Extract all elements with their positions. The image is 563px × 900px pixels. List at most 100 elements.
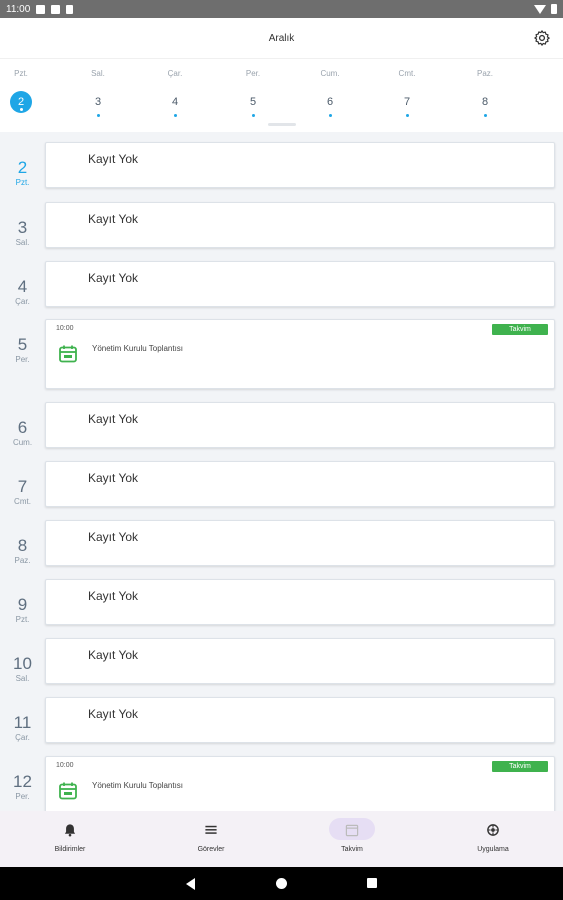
empty-state-text: Kayıt Yok xyxy=(88,648,139,662)
agenda-day-label: 12 Per. xyxy=(0,772,45,802)
week-day-6[interactable]: Cmt. 7 xyxy=(377,69,437,117)
back-icon[interactable] xyxy=(186,878,195,890)
agenda-day-name: Sal. xyxy=(15,674,30,683)
week-day-name: Sal. xyxy=(91,69,105,78)
week-day-name: Cum. xyxy=(320,69,340,78)
agenda-day-row: 12 Per. 10:00 Takvim Yönetim Kurulu Toplantı… xyxy=(0,756,563,811)
nav-bildirimler[interactable]: Bildirimler xyxy=(0,811,140,867)
week-day-number: 8 xyxy=(481,96,489,108)
agenda-day-label: 10 Sal. xyxy=(0,654,45,684)
gear-icon[interactable] xyxy=(533,29,551,47)
agenda-day-name: Sal. xyxy=(15,238,30,247)
event-source-badge: Takvim xyxy=(492,324,548,335)
empty-day-card[interactable]: Kayıt Yok xyxy=(45,697,555,743)
agenda-day-label: 11 Çar. xyxy=(0,713,45,743)
recent-apps-icon[interactable] xyxy=(367,878,377,888)
agenda-day-name: Cmt. xyxy=(14,497,31,506)
week-day-number: 7 xyxy=(403,96,411,108)
empty-day-card[interactable]: Kayıt Yok xyxy=(45,261,555,307)
event-card[interactable]: 10:00 Takvim Yönetim Kurulu Toplantısı xyxy=(45,319,555,389)
agenda-day-number: 8 xyxy=(17,536,28,555)
event-card[interactable]: 10:00 Takvim Yönetim Kurulu Toplantısı xyxy=(45,756,555,811)
agenda-day-name: Pzt. xyxy=(15,178,30,187)
week-day-4[interactable]: Per. 5 xyxy=(223,69,283,117)
agenda-day-name: Per. xyxy=(15,355,30,364)
week-strip: Pzt. 2 Sal. 3 Çar. 4 Per. 5 Cum. 6 Cmt. 7 Paz. 8 xyxy=(0,58,563,132)
event-dot xyxy=(173,114,177,117)
agenda-day-number: 3 xyxy=(17,218,28,237)
week-day-7[interactable]: Paz. 8 xyxy=(455,69,515,117)
week-day-name: Cmt. xyxy=(398,69,416,78)
agenda-day-row: 9 Pzt. Kayıt Yok xyxy=(0,579,563,629)
agenda-day-number: 10 xyxy=(13,654,32,673)
agenda-day-label: 5 Per. xyxy=(0,335,45,365)
empty-state-text: Kayıt Yok xyxy=(88,707,139,721)
week-day-number: 5 xyxy=(249,96,257,108)
nav-label: Uygulama xyxy=(477,846,509,853)
week-day-name: Paz. xyxy=(476,69,493,78)
sd-card-icon xyxy=(51,4,61,14)
week-day-3[interactable]: Çar. 4 xyxy=(145,69,205,117)
drag-handle[interactable] xyxy=(268,123,296,126)
status-bar: 11:00 xyxy=(0,0,563,18)
event-dot xyxy=(328,114,332,117)
agenda-day-number: 2 xyxy=(17,158,28,177)
empty-day-card[interactable]: Kayıt Yok xyxy=(45,638,555,684)
event-title[interactable]: Yönetim Kurulu Toplantısı xyxy=(92,344,183,353)
empty-day-card[interactable]: Kayıt Yok xyxy=(45,142,555,188)
calendar-event-icon xyxy=(59,345,77,363)
system-navigation-bar xyxy=(0,867,563,900)
agenda-day-row: 6 Cum. Kayıt Yok xyxy=(0,402,563,452)
event-time: 10:00 xyxy=(56,325,74,332)
agenda-day-label: 2 Pzt. xyxy=(0,158,45,188)
agenda-day-name: Çar. xyxy=(15,733,30,742)
nav-uygulama[interactable]: Uygulama xyxy=(423,811,563,867)
agenda-day-number: 12 xyxy=(13,772,32,791)
event-source-badge: Takvim xyxy=(492,761,548,772)
empty-state-text: Kayıt Yok xyxy=(88,471,139,485)
empty-state-text: Kayıt Yok xyxy=(88,412,139,426)
agenda-day-row: 7 Cmt. Kayıt Yok xyxy=(0,461,563,511)
empty-state-text: Kayıt Yok xyxy=(88,152,139,166)
week-day-name: Per. xyxy=(245,69,261,78)
agenda-day-number: 9 xyxy=(17,595,28,614)
agenda-list[interactable]: 2 Pzt. Kayıt Yok 3 Sal. Kayıt Yok 4 Çar. Kayıt Y… xyxy=(0,132,563,811)
storage-icon xyxy=(66,4,74,14)
app-icon xyxy=(487,824,499,836)
agenda-day-row: 4 Çar. Kayıt Yok xyxy=(0,261,563,311)
empty-day-card[interactable]: Kayıt Yok xyxy=(45,520,555,566)
empty-day-card[interactable]: Kayıt Yok xyxy=(45,202,555,248)
event-title[interactable]: Yönetim Kurulu Toplantısı xyxy=(92,781,183,790)
empty-day-card[interactable]: Kayıt Yok xyxy=(45,579,555,625)
empty-state-text: Kayıt Yok xyxy=(88,271,139,285)
home-icon[interactable] xyxy=(276,878,287,889)
agenda-day-label: 9 Pzt. xyxy=(0,595,45,625)
agenda-day-number: 11 xyxy=(13,713,32,732)
nav-takvim[interactable]: Takvim xyxy=(282,811,422,867)
page-title: Aralık xyxy=(268,32,295,44)
agenda-day-label: 8 Paz. xyxy=(0,536,45,566)
empty-day-card[interactable]: Kayıt Yok xyxy=(45,402,555,448)
agenda-day-row: 8 Paz. Kayıt Yok xyxy=(0,520,563,570)
week-day-5[interactable]: Cum. 6 xyxy=(300,69,360,117)
week-day-number: 6 xyxy=(326,96,334,108)
week-day-name: Çar. xyxy=(167,69,183,78)
checkbox-notification-icon xyxy=(36,4,46,14)
empty-day-card[interactable]: Kayıt Yok xyxy=(45,461,555,507)
empty-state-text: Kayıt Yok xyxy=(88,530,139,544)
agenda-day-number: 7 xyxy=(17,477,28,496)
agenda-day-label: 4 Çar. xyxy=(0,277,45,307)
nav-görevler[interactable]: Görevler xyxy=(141,811,281,867)
week-day-2[interactable]: Sal. 3 xyxy=(68,69,128,117)
agenda-day-number: 6 xyxy=(17,418,28,437)
event-dot xyxy=(96,114,100,117)
calendar-event-icon xyxy=(59,782,77,800)
agenda-day-row: 2 Pzt. Kayıt Yok xyxy=(0,142,563,192)
week-day-1[interactable]: Pzt. 2 xyxy=(0,69,51,113)
agenda-day-name: Pzt. xyxy=(15,615,30,624)
event-dot xyxy=(19,108,23,111)
agenda-day-number: 5 xyxy=(17,335,28,354)
event-dot xyxy=(251,114,255,117)
status-time: 11:00 xyxy=(6,3,31,15)
agenda-day-number: 4 xyxy=(17,277,28,296)
